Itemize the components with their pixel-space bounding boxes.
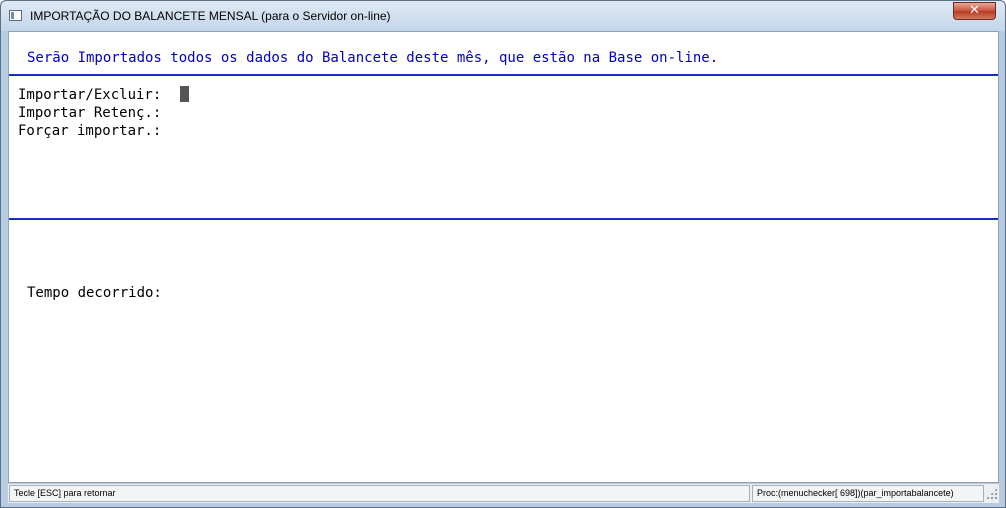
field-importar-excluir-label: Importar/Excluir: (18, 87, 162, 103)
field-forcar-importar-label: Forçar importar.: (18, 123, 162, 139)
resize-grip-icon[interactable] (986, 488, 997, 499)
elapsed-time-label: Tempo decorrido: (27, 285, 162, 301)
status-process: Proc:(menuchecker[ 698])(par_importabala… (752, 485, 984, 502)
terminal-screen[interactable]: Serão Importados todos os dados do Balan… (8, 31, 999, 483)
app-window-icon[interactable] (9, 10, 22, 21)
field-importar-retenc-label: Importar Retenç.: (18, 105, 162, 121)
close-button[interactable]: ✕ (953, 2, 996, 20)
divider-bottom (9, 218, 998, 220)
status-hint: Tecle [ESC] para retornar (9, 485, 750, 502)
close-icon: ✕ (969, 3, 980, 18)
text-cursor[interactable] (180, 86, 189, 102)
title-bar[interactable]: IMPORTAÇÃO DO BALANCETE MENSAL (para o S… (1, 1, 1005, 31)
divider-top (9, 74, 998, 76)
status-bar: Tecle [ESC] para retornar Proc:(menuchec… (8, 483, 999, 503)
window-title: IMPORTAÇÃO DO BALANCETE MENSAL (para o S… (30, 9, 391, 23)
app-window: IMPORTAÇÃO DO BALANCETE MENSAL (para o S… (0, 0, 1006, 508)
screen-header: Serão Importados todos os dados do Balan… (27, 50, 719, 66)
